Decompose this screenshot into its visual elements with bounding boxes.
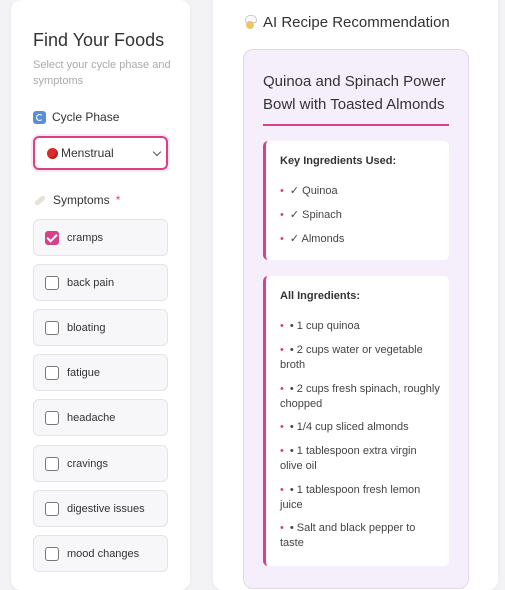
cycle-icon: [33, 110, 46, 124]
symptom-checkbox[interactable]: [45, 275, 59, 290]
cycle-phase-value: Menstrual: [61, 146, 114, 160]
symptoms-label: Symptoms *: [33, 193, 120, 207]
find-title: Find Your Foods: [33, 30, 165, 50]
ingredient-item: • • 1/4 cup sliced almonds: [280, 421, 409, 433]
symptom-checkbox[interactable]: [45, 456, 59, 471]
ai-title-text: AI Recipe Recommendation: [263, 14, 450, 31]
symptom-checkbox[interactable]: [45, 230, 59, 245]
symptom-label: cravings: [67, 457, 108, 470]
symptom-label: mood changes: [67, 547, 140, 560]
symptom-option-headache[interactable]: headache: [33, 399, 168, 436]
cycle-phase-label: Cycle Phase: [33, 110, 119, 124]
all-ingredients-heading: All Ingredients:: [280, 290, 361, 302]
recipe-title-divider: [263, 124, 449, 126]
ingredient-item: • • Salt and black pepper to taste: [280, 522, 416, 549]
symptom-label: back pain: [67, 276, 115, 289]
symptom-option-fatigue[interactable]: fatigue: [33, 354, 168, 391]
chef-icon: [243, 15, 257, 30]
find-subtitle: Select your cycle phase and symptoms: [33, 59, 171, 87]
bandage-icon: [33, 194, 47, 206]
key-ingredient-item: • ✓ Quinoa: [280, 185, 338, 197]
recipe-name: Quinoa and Spinach Power Bowl with Toast…: [263, 73, 446, 113]
symptom-label: headache: [67, 411, 116, 424]
symptom-checkbox[interactable]: [45, 501, 59, 516]
ingredient-item: • • 1 tablespoon fresh lemon juice: [280, 484, 421, 511]
ingredient-item: • • 2 cups fresh spinach, roughly chopped: [280, 383, 440, 410]
symptom-label: digestive issues: [67, 502, 145, 515]
symptom-label: cramps: [67, 231, 104, 244]
symptom-checkbox[interactable]: [45, 410, 59, 425]
symptom-checkbox[interactable]: [45, 365, 59, 380]
symptom-option-mood-changes[interactable]: mood changes: [33, 535, 168, 572]
cycle-phase-select[interactable]: Menstrual: [33, 136, 168, 170]
ingredient-item: • • 1 cup quinoa: [280, 320, 360, 332]
symptom-option-cramps[interactable]: cramps: [33, 219, 168, 256]
red-circle-icon: [47, 147, 58, 159]
key-ingredients-box: Key Ingredients Used: • ✓ Quinoa • ✓ Spina…: [263, 141, 449, 260]
chevron-down-icon: [152, 147, 162, 157]
key-ingredient-item: • ✓ Almonds: [280, 233, 345, 245]
required-marker: *: [115, 193, 121, 207]
ingredient-item: • • 2 cups water or vegetable broth: [280, 344, 423, 371]
symptom-option-digestive-issues[interactable]: digestive issues: [33, 490, 168, 527]
key-ingredient-item: • ✓ Spinach: [280, 209, 342, 221]
all-ingredients-box: All Ingredients: • • 1 cup quinoa • • 2 cu…: [263, 276, 449, 566]
symptom-label: bloating: [67, 321, 106, 334]
symptom-option-back-pain[interactable]: back pain: [33, 264, 168, 301]
symptom-option-bloating[interactable]: bloating: [33, 309, 168, 346]
ai-title: AI Recipe Recommendation: [243, 14, 450, 31]
ingredient-item: • • 1 tablespoon extra virgin olive oil: [280, 445, 417, 472]
cycle-phase-label-text: Cycle Phase: [52, 110, 120, 124]
symptom-label: fatigue: [67, 366, 101, 379]
key-ingredients-heading: Key Ingredients Used:: [280, 155, 397, 167]
symptom-option-cravings[interactable]: cravings: [33, 445, 168, 482]
symptoms-label-text: Symptoms: [53, 193, 110, 207]
symptom-checkbox[interactable]: [45, 320, 59, 335]
symptom-checkbox[interactable]: [45, 546, 59, 561]
